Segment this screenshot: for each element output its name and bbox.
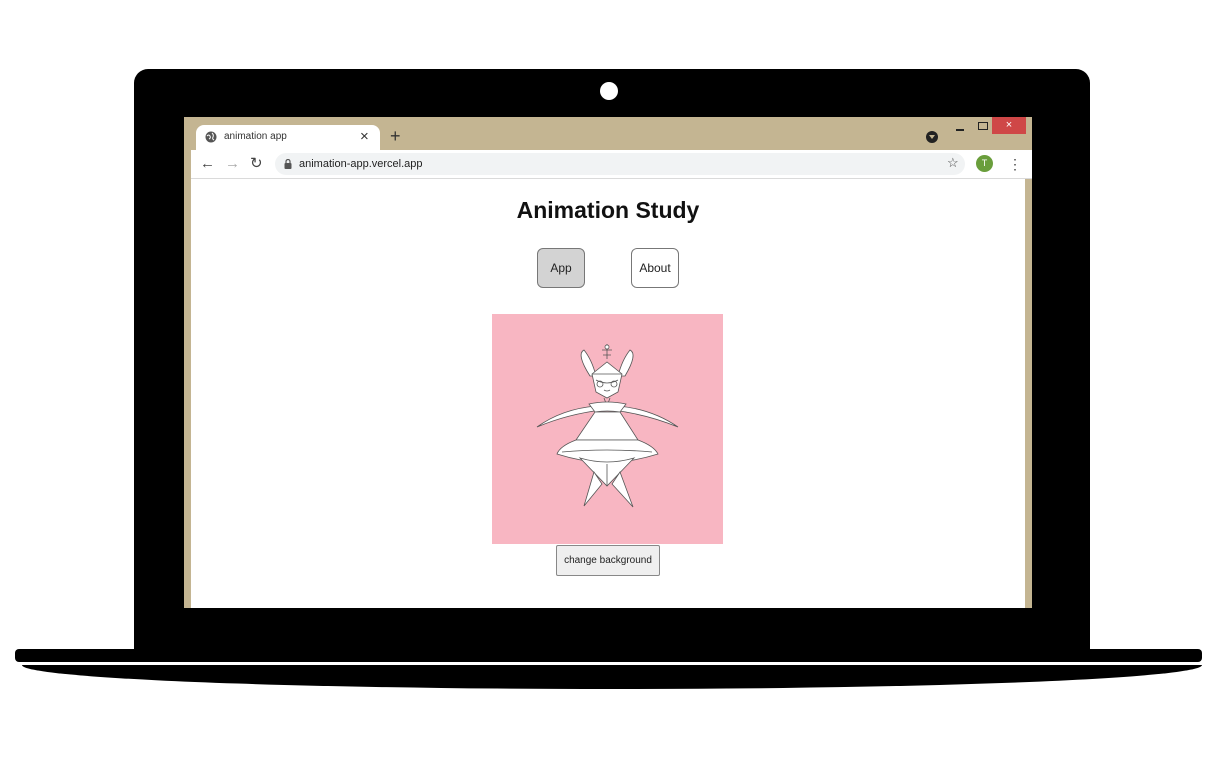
url-text: animation-app.vercel.app [299, 158, 423, 170]
tab-search-icon[interactable] [926, 131, 938, 143]
maximize-icon[interactable] [978, 122, 988, 130]
minimize-icon[interactable] [956, 129, 964, 131]
window-close-button[interactable]: × [992, 117, 1026, 134]
browser-tab[interactable]: animation app × [196, 125, 380, 150]
forward-icon[interactable]: → [225, 154, 240, 174]
profile-avatar[interactable]: T [976, 155, 993, 172]
page-title: Animation Study [516, 197, 700, 223]
browser-toolbar: ← → ↻ animation-app.vercel.app ☆ T ⋮ [191, 150, 1032, 179]
back-icon[interactable]: ← [200, 154, 215, 174]
new-tab-button[interactable]: + [390, 126, 401, 146]
lock-icon [284, 159, 292, 169]
browser-window: animation app × + × ← → ↻ animation-app.… [184, 117, 1032, 608]
close-tab-icon[interactable]: × [360, 127, 369, 147]
tab-title: animation app [224, 131, 287, 142]
laptop-base [15, 649, 1202, 662]
bookmark-star-icon[interactable]: ☆ [947, 155, 959, 171]
laptop-base-bottom [22, 665, 1202, 689]
reload-icon[interactable]: ↻ [250, 154, 263, 174]
nav-about-button[interactable]: About [631, 248, 679, 288]
nav-app-button[interactable]: App [537, 248, 585, 288]
change-background-button[interactable]: change background [556, 545, 660, 576]
animation-stage [492, 314, 723, 544]
web-page: Animation Study App About change backgro… [191, 179, 1025, 608]
webcam [600, 82, 618, 100]
address-bar[interactable]: animation-app.vercel.app ☆ [275, 153, 965, 175]
browser-menu-icon[interactable]: ⋮ [1008, 154, 1022, 174]
globe-icon [205, 131, 217, 143]
